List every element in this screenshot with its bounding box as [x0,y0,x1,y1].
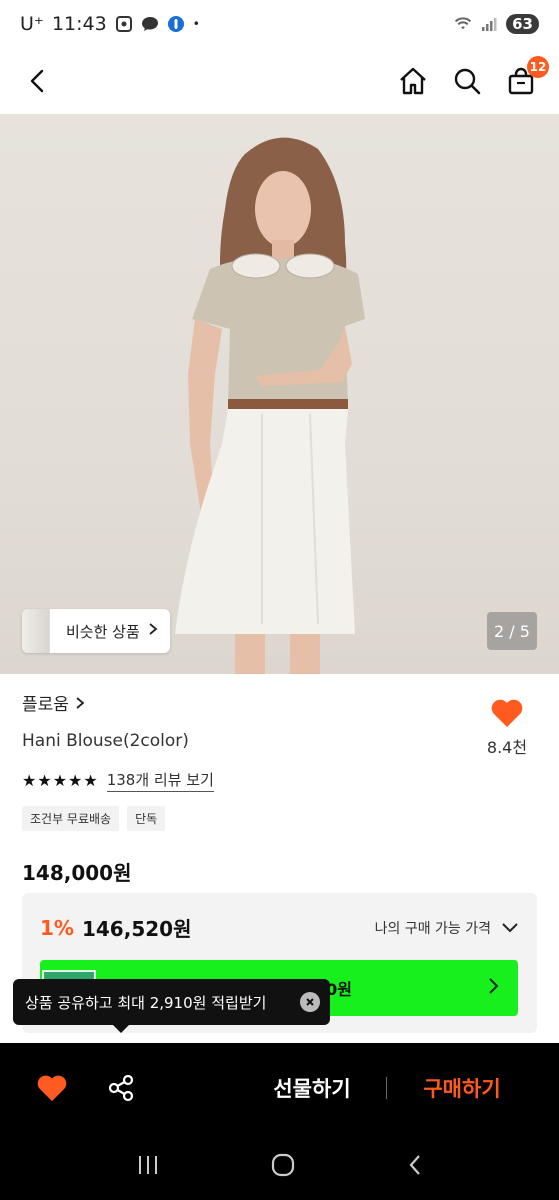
my-price-label: 나의 구매 가능 가격 [374,920,491,937]
chat-icon [141,15,159,33]
review-link[interactable]: 138개 리뷰 보기 [106,769,214,792]
share-icon [108,1074,134,1102]
product-image[interactable]: 비슷한 상품 2 / 5 [0,114,559,674]
home-circle-icon [272,1153,295,1176]
tag-free-shipping: 조건부 무료배송 [22,806,120,831]
product-name: Hani Blouse(2color) [22,731,189,751]
divider [386,1077,387,1099]
back-button[interactable] [22,65,54,97]
heart-icon [491,699,523,727]
home-button[interactable] [397,65,429,97]
wifi-icon [454,15,472,33]
tag-list: 조건부 무료배송 단독 [22,806,537,831]
product-photo [175,137,365,674]
screenshot-icon [115,15,133,33]
close-icon[interactable] [300,992,320,1012]
chevron-right-icon [76,696,85,709]
product-info: 플로움 Hani Blouse(2color) ★★★★★ 138개 리뷰 보기… [22,690,537,886]
buy-button[interactable]: 구매하기 [400,1043,524,1133]
time: 11:43 [51,13,107,35]
system-nav-bar [0,1133,559,1200]
status-right: 63 [454,14,539,34]
similar-products-button[interactable]: 비슷한 상품 [22,609,170,653]
bottom-action-bar: 선물하기 구매하기 [0,1043,559,1133]
search-icon [454,68,481,95]
like-button[interactable]: 8.4천 [477,698,537,758]
tag-exclusive: 단독 [127,806,166,831]
battery-indicator: 63 [506,14,539,34]
cart-count-badge: 12 [527,56,549,78]
recent-apps-button[interactable] [136,1154,160,1180]
similar-products-label: 비슷한 상품 [66,622,140,641]
product-price: 148,000원 [22,861,132,885]
brand-name: 플로움 [22,695,69,715]
nav-actions: 12 [397,56,549,97]
back-nav-button[interactable] [407,1153,423,1181]
wishlist-button[interactable] [32,1068,72,1108]
share-button[interactable] [101,1068,141,1108]
chevron-left-icon [30,69,44,93]
my-price-row: 1% 146,520원 나의 구매 가능 가격 [40,913,519,942]
image-counter: 2 / 5 [487,612,537,650]
discount-rate: 1% [40,915,74,940]
heart-icon [37,1075,67,1102]
recent-apps-icon [138,1155,157,1174]
chevron-down-icon [502,922,518,932]
review-row: ★★★★★ 138개 리뷰 보기 [22,769,537,792]
chevron-right-icon [148,622,170,640]
cart-button[interactable]: 12 [505,56,549,97]
like-count: 8.4천 [486,738,528,757]
app-notification-icon [167,15,185,33]
chevron-right-icon [489,978,499,994]
gift-button[interactable]: 선물하기 [250,1043,374,1133]
home-nav-button[interactable] [271,1153,295,1181]
my-price-value: 146,520원 [81,917,192,941]
status-bar: U⁺ 11:43 • 63 [0,0,559,48]
my-price-toggle[interactable]: 나의 구매 가능 가격 [375,918,519,938]
similar-thumbnail [22,609,50,653]
brand-link[interactable]: 플로움 [22,690,537,715]
chevron-left-icon [409,1154,420,1175]
share-reward-tooltip: 상품 공유하고 최대 2,910원 적립받기 [13,979,330,1033]
home-icon [400,67,426,95]
dot-icon: • [192,17,200,31]
top-nav: 12 [0,48,559,114]
carrier: U⁺ [20,13,44,35]
status-left: U⁺ 11:43 • [20,13,200,35]
product-page: U⁺ 11:43 • 63 12 비슷한 상품 2 / 5 플로움 Hani B… [0,0,559,1200]
signal-icon [480,15,498,33]
rating-stars: ★★★★★ [22,771,99,790]
coupon-text: 0원 [326,980,352,999]
search-button[interactable] [451,65,483,97]
tooltip-text: 상품 공유하고 최대 2,910원 적립받기 [25,993,267,1012]
